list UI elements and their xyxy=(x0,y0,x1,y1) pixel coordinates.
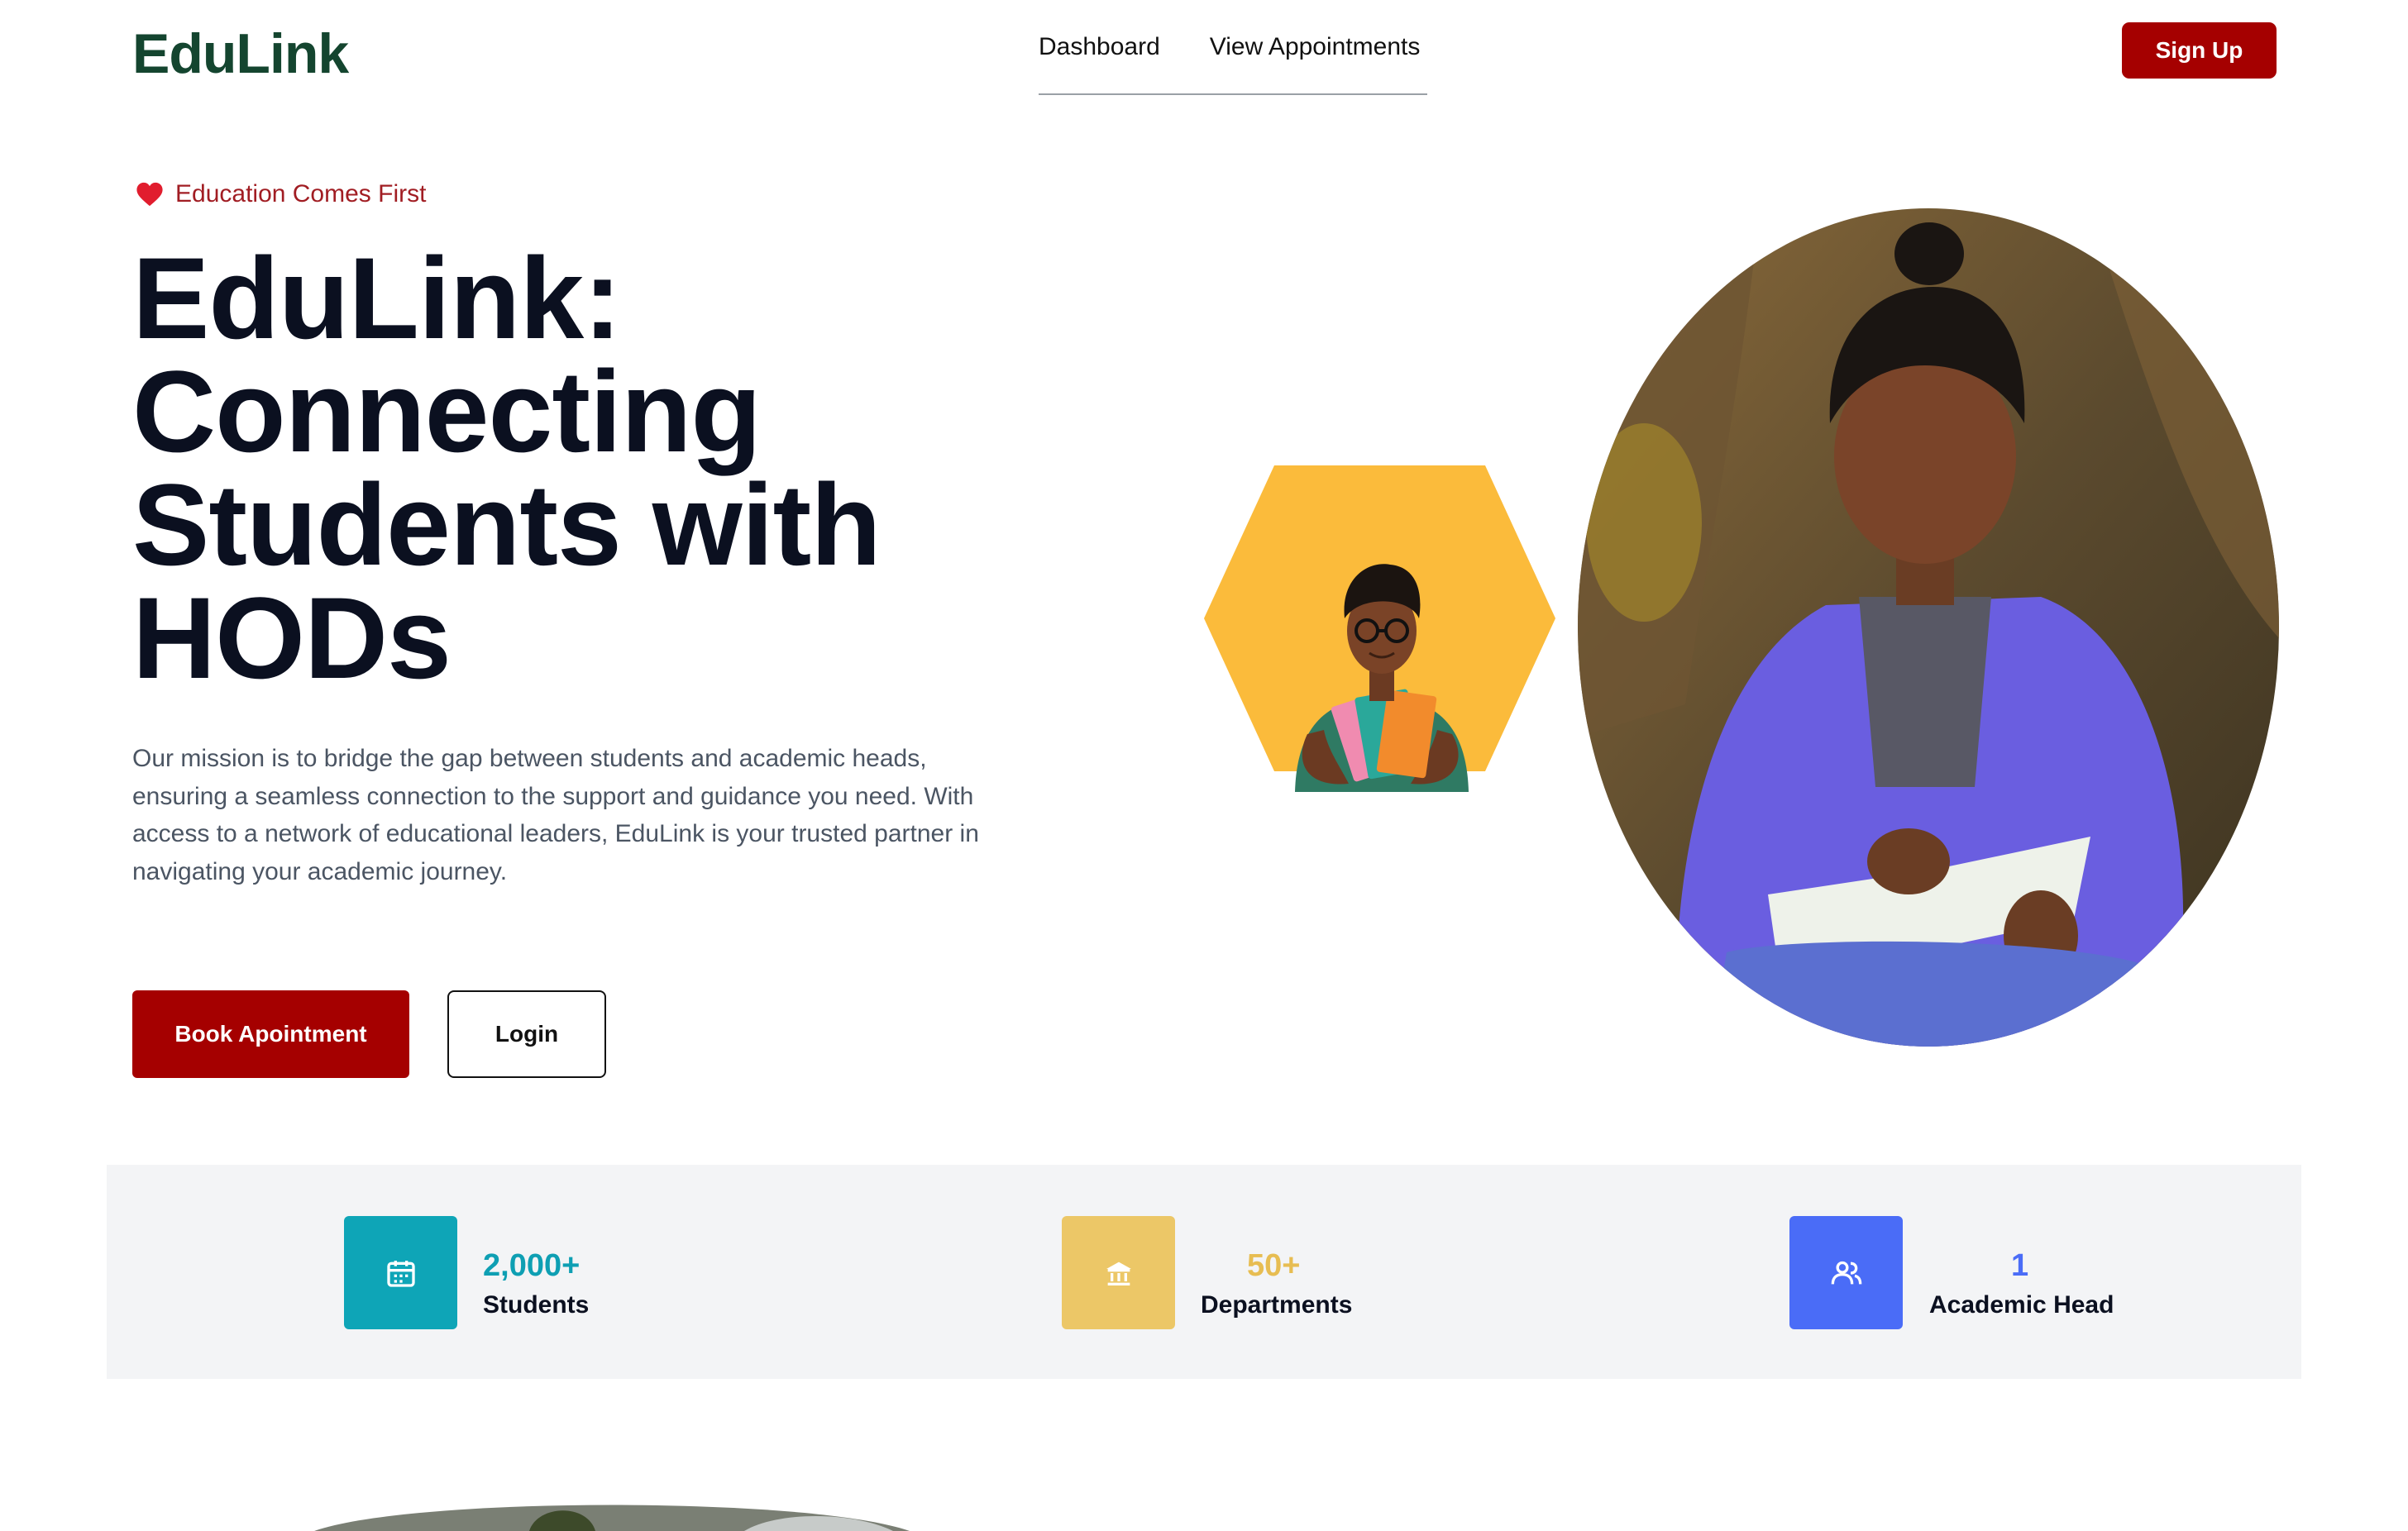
hero-title: EduLink: Connecting Students with HODs xyxy=(132,233,959,703)
student-hexagon-image xyxy=(1204,465,1555,792)
users-icon xyxy=(1831,1261,1861,1284)
book-appointment-button[interactable]: Book Apointment xyxy=(132,990,409,1078)
calendar-icon xyxy=(386,1260,415,1287)
students-stat-label: Students xyxy=(483,1291,590,1319)
main-nav: Dashboard View Appointments xyxy=(1039,33,1420,61)
building-icon xyxy=(1106,1262,1131,1285)
login-button[interactable]: Login xyxy=(447,990,606,1078)
logo[interactable]: EduLink xyxy=(132,21,349,86)
nav-underline xyxy=(1039,93,1427,95)
academic-head-stat-icon-box xyxy=(1789,1216,1903,1329)
students-stat-icon-box xyxy=(344,1216,457,1329)
hero-title-line: Students with xyxy=(132,460,882,589)
section-image-peek xyxy=(314,1505,910,1531)
sign-up-button[interactable]: Sign Up xyxy=(2122,22,2277,79)
departments-stat-label: Departments xyxy=(1201,1291,1353,1319)
nav-dashboard[interactable]: Dashboard xyxy=(1039,33,1160,61)
academic-head-stat-value: 1 xyxy=(2011,1248,2029,1283)
departments-stat-icon-box xyxy=(1062,1216,1175,1329)
hero-description: Our mission is to bridge the gap between… xyxy=(132,745,979,885)
tagline-text: Education Comes First xyxy=(175,180,427,207)
students-stat-value: 2,000+ xyxy=(483,1248,580,1283)
hero-title-line: Connecting xyxy=(132,346,762,476)
heart-icon xyxy=(136,182,163,207)
departments-stat-value: 50+ xyxy=(1247,1248,1301,1283)
student-oval-image xyxy=(1578,208,2279,1047)
hero-title-line: HODs xyxy=(132,573,452,703)
hero-title-line: EduLink: xyxy=(132,233,622,363)
academic-head-stat-label: Academic Head xyxy=(1929,1291,2114,1319)
nav-view-appointments[interactable]: View Appointments xyxy=(1210,33,1421,61)
tagline: Education Comes First xyxy=(136,180,426,208)
